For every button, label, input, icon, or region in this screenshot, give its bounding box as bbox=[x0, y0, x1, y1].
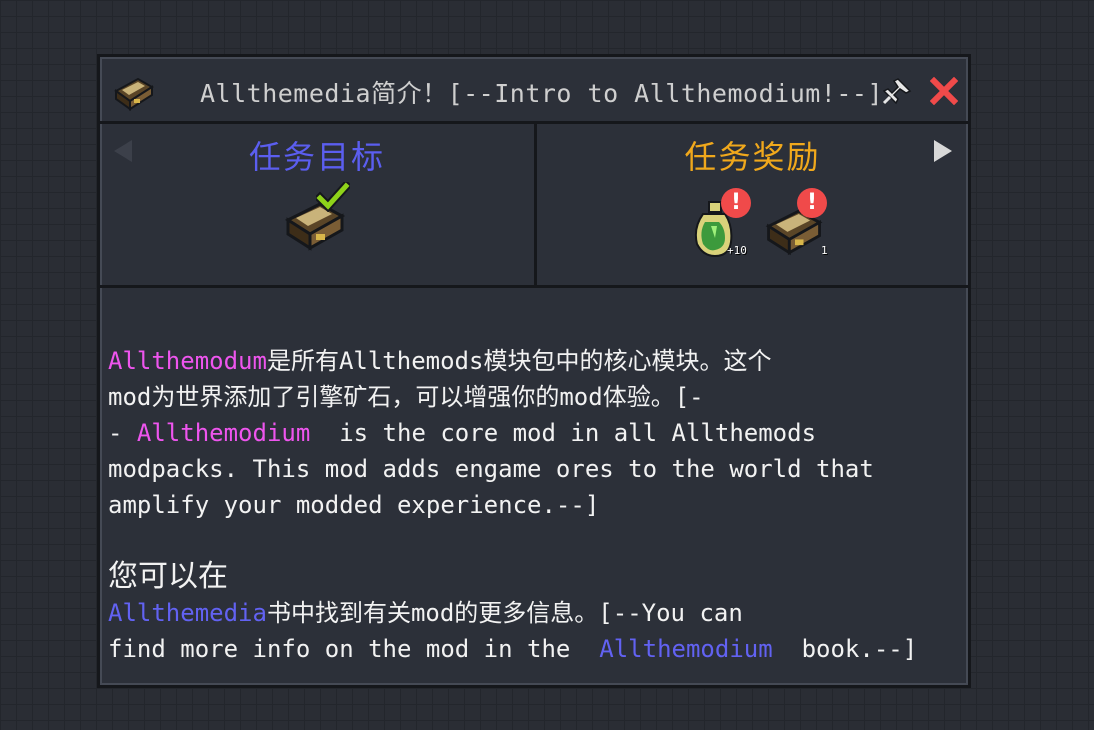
description-text: find more info on the mod in the bbox=[108, 635, 600, 663]
reward-count: +10 bbox=[727, 244, 747, 257]
book-icon bbox=[114, 77, 154, 111]
alert-badge-icon: ! bbox=[721, 188, 751, 218]
highlighted-term: Allthemodium bbox=[136, 419, 311, 447]
description-line: Allthemedia书中找到有关mod的更多信息。[--You can bbox=[108, 595, 968, 631]
title-bar: Allthemedia简介！[--Intro to Allthemodium!-… bbox=[100, 57, 968, 124]
alert-badge-icon: ! bbox=[797, 188, 827, 218]
description-text: - bbox=[108, 419, 137, 447]
description-line: mod为世界添加了引擎矿石，可以增强你的mod体验。[- bbox=[108, 379, 968, 415]
description-line: 您可以在 bbox=[108, 559, 968, 595]
checkmark-icon bbox=[316, 182, 350, 212]
close-icon[interactable] bbox=[930, 77, 958, 105]
description-text: amplify your modded experience.--] bbox=[108, 491, 600, 519]
description-line: amplify your modded experience.--] bbox=[108, 487, 968, 523]
description-text: 书中找到有关mod的更多信息。[--You can bbox=[266, 599, 743, 627]
tasks-heading: 任务目标 bbox=[248, 138, 385, 176]
description-text: 您可以在 bbox=[108, 559, 228, 594]
description-line: Allthemodum是所有Allthemods模块包中的核心模块。这个 bbox=[108, 343, 968, 379]
reward-experience-bottle[interactable]: +10 ! bbox=[691, 188, 763, 264]
highlighted-term: Allthemedia bbox=[108, 599, 267, 627]
description-text: book.--] bbox=[772, 635, 918, 663]
rewards-heading: 任务奖励 bbox=[684, 138, 821, 176]
rewards-section: 任务奖励 +10 ! 1 ! bbox=[537, 124, 968, 288]
quest-title: Allthemedia简介！[--Intro to Allthemodium!-… bbox=[200, 79, 883, 108]
next-arrow-icon[interactable] bbox=[932, 138, 954, 164]
description-line: find more info on the mod in the Allthem… bbox=[108, 631, 968, 667]
description-line bbox=[108, 523, 968, 559]
description-text: 是所有Allthemods模块包中的核心模块。这个 bbox=[266, 347, 772, 375]
highlighted-term: Allthemodium bbox=[599, 635, 773, 663]
quest-description: Allthemodum是所有Allthemods模块包中的核心模块。这个 mod为… bbox=[108, 343, 968, 667]
description-line: modpacks. This mod adds engame ores to t… bbox=[108, 451, 968, 487]
description-line: - Allthemodium is the core mod in all Al… bbox=[108, 415, 968, 451]
reward-count: 1 bbox=[821, 244, 828, 257]
quest-panel: Allthemedia简介！[--Intro to Allthemodium!-… bbox=[97, 54, 971, 688]
tasks-section: 任务目标 bbox=[100, 124, 537, 288]
description-text: is the core mod in all Allthemods bbox=[310, 419, 817, 447]
task-item[interactable] bbox=[280, 182, 352, 264]
description-text: modpacks. This mod adds engame ores to t… bbox=[108, 455, 874, 483]
description-text: mod为世界添加了引擎矿石，可以增强你的mod体验。[- bbox=[108, 383, 704, 411]
pin-icon[interactable] bbox=[882, 77, 912, 105]
highlighted-term: Allthemodum bbox=[108, 347, 267, 375]
reward-book[interactable]: 1 ! bbox=[761, 188, 833, 268]
